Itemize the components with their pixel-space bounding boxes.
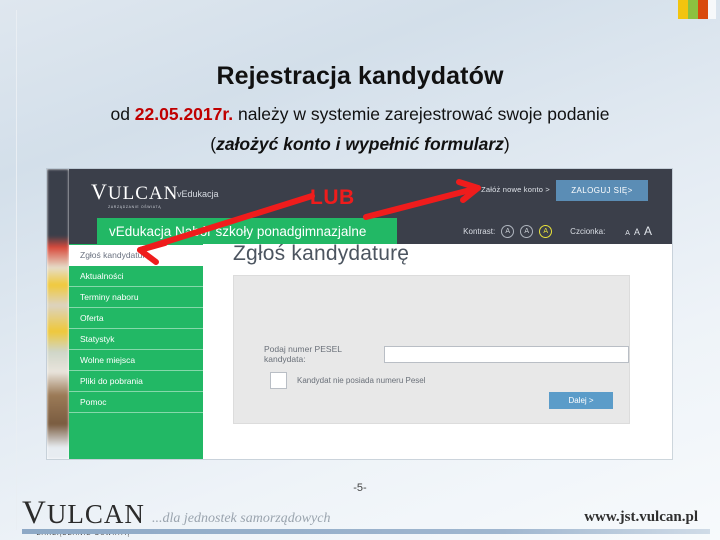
footer-website: www.jst.vulcan.pl [584,509,698,525]
sidebar-item-terminy-naboru[interactable]: Terminy naboru [69,287,203,308]
app-sidebar-menu: Zgłoś kandydaturę Aktualności Terminy na… [69,244,203,459]
slide-footer: VULCAN ZARZĄDZANIE OŚWIATĄ ...dla jednos… [0,497,720,540]
color-bar-white [708,0,716,19]
footer-logo-text: ULCAN [46,499,145,529]
app-header: VULCAN ZARZĄDZANIE OŚWIATĄ vEdukacja Zał… [69,169,672,218]
accessibility-controls: Kontrast: A A A Czcionka: A A A [463,218,652,244]
form-panel: Podaj numer PESEL kandydata: Kandydat ni… [233,275,630,424]
page-number: -5- [353,482,367,494]
embedded-app-screenshot: VULCAN ZARZĄDZANIE OŚWIATĄ vEdukacja Zał… [47,169,672,459]
slide-canvas: Rejestracja kandydatów od 22.05.2017r. n… [0,0,720,540]
font-size-options: A A A [625,224,652,238]
contrast-option-1[interactable]: A [501,224,515,238]
contrast-option-2[interactable]: A [520,224,534,238]
contrast-label: Kontrast: [463,226,496,236]
app-title-pill: vEdukacja Nabór szkoły ponadgimnazjalne [97,218,397,244]
pesel-input[interactable] [383,345,629,363]
sidebar-item-pomoc[interactable]: Pomoc [69,392,203,413]
subtitle-line-1: od 22.05.2017r. należy w systemie zareje… [0,104,720,125]
sidebar-item-pliki-do-pobrania[interactable]: Pliki do pobrania [69,371,203,392]
lub-annotation-label: LUB [310,186,355,209]
sidebar-item-aktualnosci[interactable]: Aktualności [69,266,203,287]
app-logo-tagline: ZARZĄDZANIE OŚWIATĄ [108,205,162,209]
form-heading: Zgłoś kandydaturę [233,242,410,265]
page-title: Rejestracja kandydatów [216,62,504,90]
color-bar-green [688,0,698,19]
sidebar-item-statystyk[interactable]: Statystyk [69,329,203,350]
app-vulcan-logo: VULCAN ZARZĄDZANIE OŚWIATĄ [91,179,179,210]
next-button[interactable]: Dalej > [549,392,613,409]
footer-slogan: ...dla jednostek samorządowych [152,511,331,526]
paren-close: ) [503,134,510,154]
subtitle-rest: należy w systemie zarejestrować swoje po… [233,104,610,124]
sidebar-item-wolne-miejsca[interactable]: Wolne miejsca [69,350,203,371]
pesel-label: Podaj numer PESEL kandydata: [264,344,342,364]
sidebar-item-oferta[interactable]: Oferta [69,308,203,329]
footer-rule [22,529,710,534]
contrast-option-3[interactable]: A [539,224,553,238]
no-pesel-checkbox[interactable] [270,372,287,389]
app-logo-initial: V [91,179,108,204]
subtitle-line-2: (założyć konto i wypełnić formularz) [0,134,720,155]
no-pesel-label: Kandydat nie posiada numeru Pesel [297,376,426,385]
color-bar-orange [698,0,708,19]
font-size-small[interactable]: A [625,230,630,237]
font-size-label: Czcionka: [570,226,606,236]
create-account-link[interactable]: Załóż nowe konto > [481,185,550,194]
subtitle-line-2-text: założyć konto i wypełnić formularz [216,134,504,154]
app-content-area: Zgłoś kandydaturę Podaj numer PESEL kand… [203,242,672,459]
decorative-color-bars [678,0,716,19]
sidebar-item-zglos-kandydature[interactable]: Zgłoś kandydaturę [69,245,203,266]
login-button[interactable]: ZALOGUJ SIĘ> [556,180,648,201]
font-size-medium[interactable]: A [634,227,640,237]
footer-logo-initial: V [22,495,47,531]
app-logo-text: ULCAN [107,183,179,204]
registration-date: 22.05.2017r. [134,104,234,124]
subtitle-prefix: od [110,104,135,124]
no-pesel-row: Kandydat nie posiada numeru Pesel [270,372,426,389]
app-product-name: vEdukacja [177,189,219,199]
color-bar-yellow [678,0,688,19]
left-photo-strip [47,169,69,459]
font-size-large[interactable]: A [644,224,652,238]
pesel-row: Podaj numer PESEL kandydata: [264,344,629,364]
app-navbar: vEdukacja Nabór szkoły ponadgimnazjalne … [69,218,672,244]
